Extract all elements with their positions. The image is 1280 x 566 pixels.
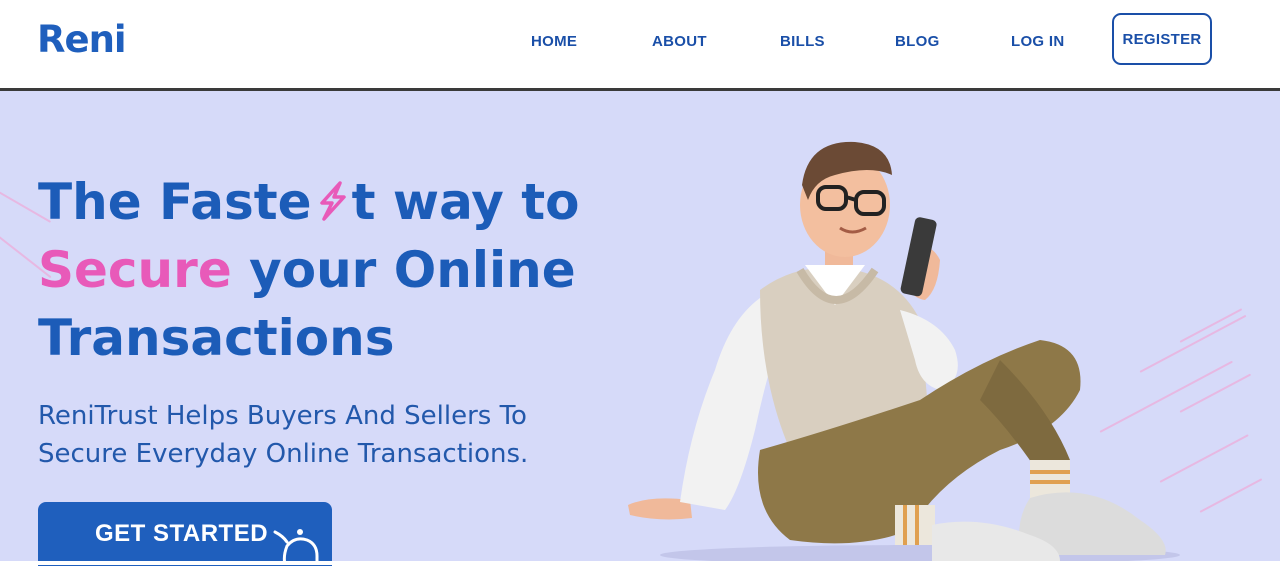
nav-about-link[interactable]: ABOUT — [652, 33, 707, 50]
cta-label: GET STARTED — [95, 520, 269, 547]
reni-logo[interactable]: Reni — [37, 18, 127, 61]
decor-stripe — [1179, 308, 1243, 343]
nav-home-link[interactable]: HOME — [531, 33, 577, 50]
decor-stripe — [1179, 373, 1252, 413]
page-divider — [0, 561, 1280, 565]
nav-bills-link[interactable]: BILLS — [780, 33, 825, 50]
subtext-line: ReniTrust Helps Buyers And Sellers To — [38, 401, 527, 431]
lightning-s-icon — [319, 181, 346, 221]
top-navbar: Reni HOME ABOUT BILLS BLOG LOG IN REGIST… — [0, 0, 1280, 91]
man-with-phone-illustration — [628, 141, 1180, 561]
nav-login-link[interactable]: LOG IN — [1011, 33, 1064, 50]
subtext-line: Secure Everyday Online Transactions. — [38, 439, 529, 469]
register-button[interactable]: REGISTER — [1112, 13, 1212, 65]
decor-stripe — [1199, 478, 1263, 513]
nav-blog-link[interactable]: BLOG — [895, 33, 940, 50]
hero-headline: The Faste t way to Secure your Online Tr… — [38, 168, 580, 372]
hero-subtext: ReniTrust Helps Buyers And Sellers To Se… — [38, 397, 638, 473]
hand-pointer-icon — [273, 529, 319, 565]
headline-highlight: Secure — [38, 241, 232, 299]
logo-text: Reni — [37, 18, 127, 61]
headline-text: t way to — [351, 173, 580, 231]
headline-text: your Online — [231, 241, 576, 299]
headline-text: The Faste — [38, 173, 312, 231]
headline-text: Transactions — [38, 309, 395, 367]
